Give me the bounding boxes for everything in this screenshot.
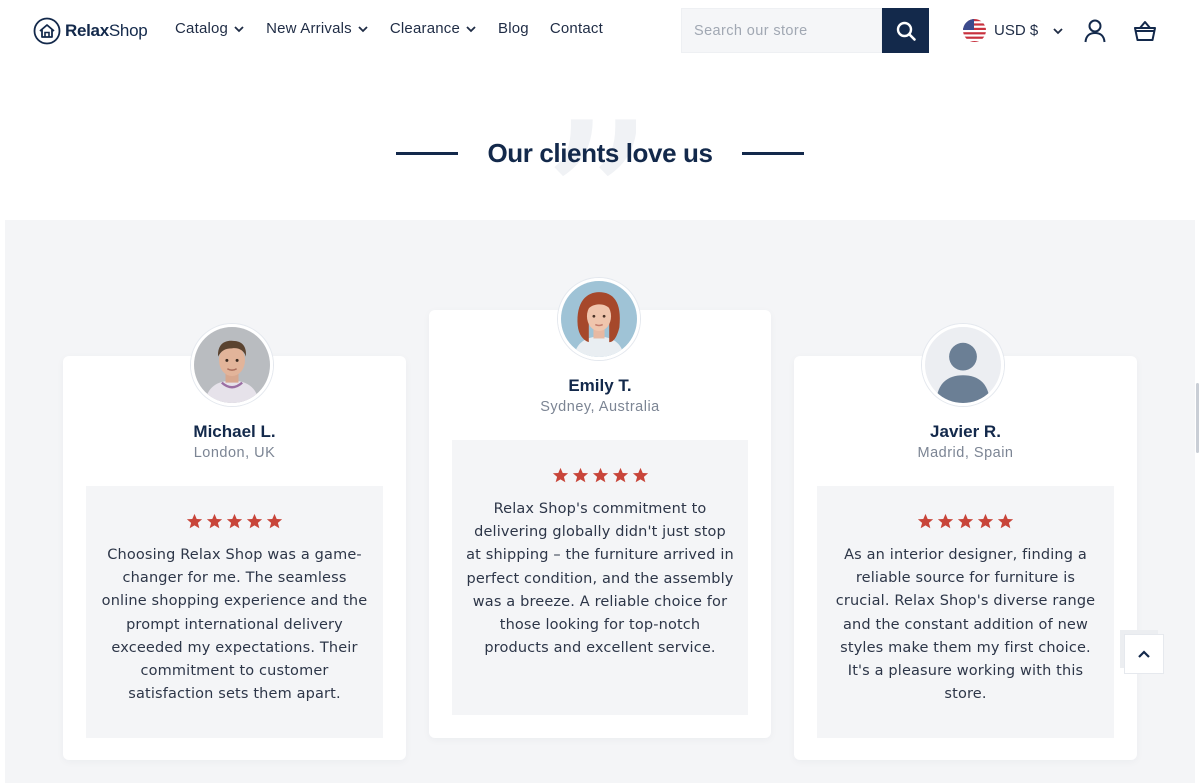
- rating-stars: [86, 513, 383, 530]
- nav-contact[interactable]: Contact: [550, 20, 603, 37]
- star-icon: [226, 513, 243, 529]
- section-title: Our clients love us: [487, 138, 713, 168]
- star-icon: [246, 513, 263, 529]
- review-text: Choosing Relax Shop was a game-changer f…: [101, 547, 368, 703]
- photo-man-avatar: [191, 324, 273, 406]
- testimonial-card: Michael L. London, UK Choosing Relax Sho…: [63, 324, 406, 760]
- star-icon: [977, 513, 994, 529]
- reviewer-name: Javier R.: [930, 422, 1001, 441]
- testimonials-heading: ” Our clients love us: [5, 62, 1195, 220]
- search-form: [681, 8, 929, 53]
- title-divider-right: [742, 152, 804, 155]
- star-icon: [937, 513, 954, 529]
- review-text: Relax Shop's commitment to delivering gl…: [466, 501, 734, 657]
- rating-stars: [817, 513, 1114, 530]
- reviewer-location: Sydney, Australia: [540, 399, 660, 415]
- chevron-down-icon: [358, 25, 368, 32]
- default-user-avatar: [922, 324, 1004, 406]
- search-icon: [896, 21, 916, 41]
- star-icon: [917, 513, 934, 529]
- logo-text: RelaxShop: [65, 21, 148, 40]
- nav-new-arrivals[interactable]: New Arrivals: [266, 20, 369, 37]
- nav-blog[interactable]: Blog: [498, 20, 529, 37]
- testimonial-card: Javier R. Madrid, Spain As an interior d…: [794, 324, 1137, 760]
- star-icon: [206, 513, 223, 529]
- site-logo[interactable]: RelaxShop: [33, 17, 148, 45]
- star-icon: [957, 513, 974, 529]
- testimonials-section: Michael L. London, UK Choosing Relax Sho…: [5, 220, 1195, 783]
- star-icon: [632, 467, 648, 483]
- photo-woman-avatar: [558, 278, 640, 360]
- reviewer-name: Emily T.: [568, 376, 632, 395]
- star-icon: [186, 513, 203, 529]
- review-box: As an interior designer, finding a relia…: [817, 486, 1114, 738]
- reviewer-location: London, UK: [193, 445, 276, 461]
- reviewer-name: Michael L.: [193, 422, 276, 441]
- shopping-basket-icon[interactable]: [1133, 19, 1157, 43]
- chevron-up-icon: [1138, 650, 1150, 658]
- house-icon: [33, 17, 61, 45]
- star-icon: [592, 467, 608, 483]
- nav-clearance[interactable]: Clearance: [390, 20, 477, 37]
- nav-label: Contact: [549, 20, 603, 37]
- currency-selector[interactable]: USD $: [963, 19, 1064, 42]
- star-icon: [266, 513, 283, 529]
- chevron-down-icon: [1053, 27, 1063, 34]
- review-text: As an interior designer, finding a relia…: [835, 547, 1096, 703]
- currency-label: USD $: [994, 22, 1039, 39]
- search-input[interactable]: [681, 8, 882, 53]
- chevron-down-icon: [466, 25, 476, 32]
- star-icon: [572, 467, 588, 483]
- nav-label: New Arrivals: [266, 20, 352, 37]
- reviewer-location: Madrid, Spain: [917, 445, 1014, 461]
- chevron-down-icon: [234, 25, 244, 32]
- back-to-top-button[interactable]: [1124, 634, 1164, 674]
- star-icon: [552, 467, 568, 483]
- us-flag-icon: [963, 19, 986, 42]
- testimonial-card: Emily T. Sydney, Australia Relax Shop's …: [429, 278, 771, 738]
- nav-catalog[interactable]: Catalog: [175, 20, 245, 37]
- main-nav: Catalog New Arrivals Clearance Blog Cont…: [175, 20, 603, 37]
- star-icon: [997, 513, 1014, 529]
- review-box: Choosing Relax Shop was a game-changer f…: [86, 486, 383, 738]
- user-icon[interactable]: [1084, 19, 1106, 43]
- site-header: RelaxShop Catalog New Arrivals Clearance…: [0, 0, 1200, 62]
- scrollbar-thumb[interactable]: [1196, 383, 1199, 453]
- nav-label: Clearance: [389, 20, 461, 37]
- rating-stars: [452, 467, 748, 484]
- star-icon: [612, 467, 628, 483]
- nav-label: Catalog: [175, 20, 229, 37]
- nav-label: Blog: [498, 20, 529, 37]
- review-box: Relax Shop's commitment to delivering gl…: [452, 440, 748, 715]
- search-button[interactable]: [882, 8, 929, 53]
